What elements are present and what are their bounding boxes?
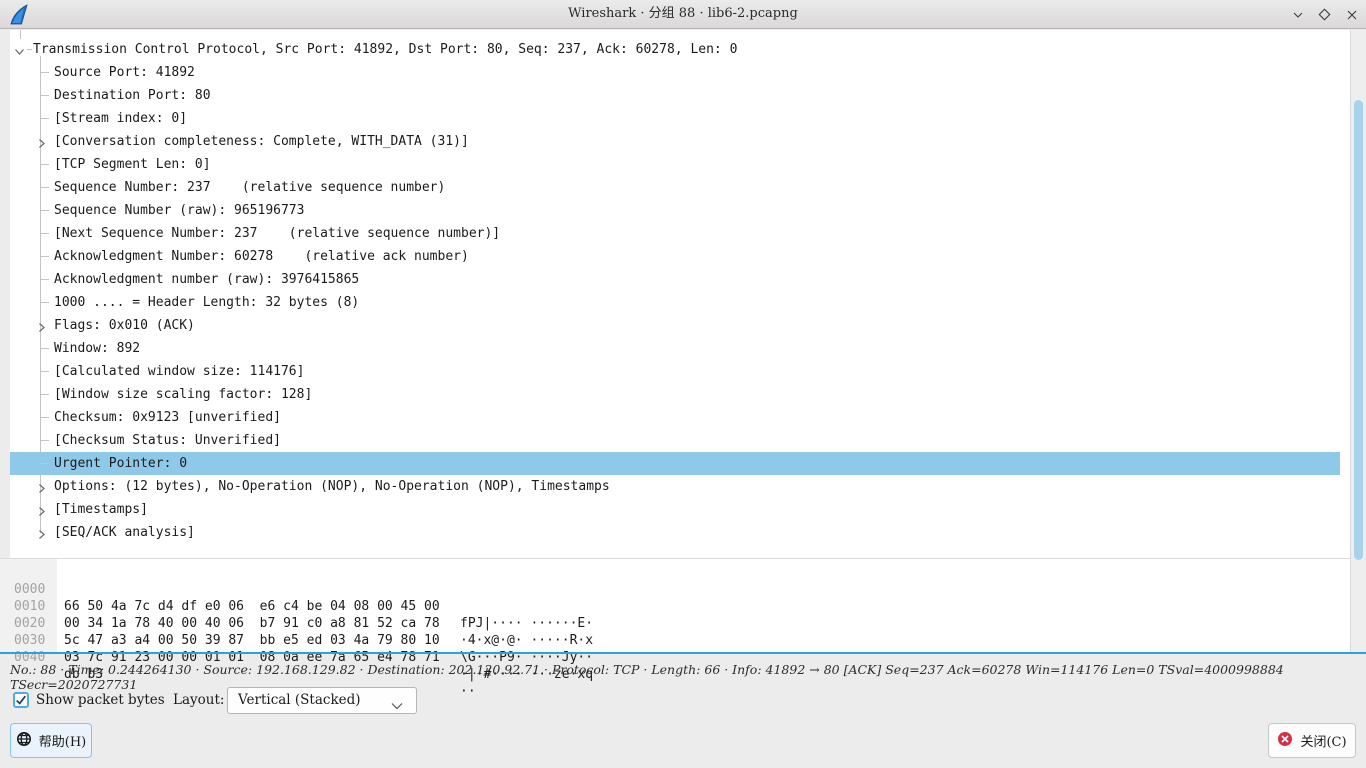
tree-row[interactable]: Options: (12 bytes), No-Operation (NOP),… (10, 475, 1340, 498)
layout-dropdown-value: Vertical (Stacked) (238, 688, 361, 713)
help-globe-icon (16, 731, 32, 751)
tree-row[interactable]: Sequence Number: 237 (relative sequence … (10, 176, 1340, 199)
layout-label: Layout: (173, 692, 224, 708)
tree-row[interactable]: [Conversation completeness: Complete, WI… (10, 130, 1340, 153)
help-button[interactable]: 帮助(H) (10, 723, 92, 758)
close-window-icon[interactable] (1345, 8, 1358, 21)
show-packet-bytes-checkbox[interactable] (13, 692, 29, 708)
tree-row[interactable]: [Checksum Status: Unverified] (10, 429, 1340, 452)
tree-row[interactable]: Transmission Control Protocol, Src Port:… (10, 38, 1340, 61)
tree-row[interactable]: Checksum: 0x9123 [unverified] (10, 406, 1340, 429)
tree-row[interactable]: [SEQ/ACK analysis] (10, 521, 1340, 544)
tree-row[interactable]: Flags: 0x010 (ACK) (10, 314, 1340, 337)
tree-row[interactable]: Acknowledgment number (raw): 3976415865 (10, 268, 1340, 291)
tree-hex-divider (0, 558, 1350, 559)
tree-row[interactable]: Destination Port: 80 (10, 84, 1340, 107)
tree-left-margin (0, 30, 10, 558)
tree-row[interactable]: Source Port: 41892 (10, 61, 1340, 84)
hex-row[interactable]: 0020 5c 47 a3 a4 00 50 39 87 bb e5 ed 03… (0, 598, 1340, 615)
maximize-icon[interactable] (1318, 8, 1331, 21)
help-button-label: 帮助(H) (39, 731, 86, 750)
tree-row[interactable]: [Window size scaling factor: 128] (10, 383, 1340, 406)
packet-summary-status: No.: 88 · Time: 0.244264130 · Source: 19… (10, 662, 1358, 692)
tree-row-selected[interactable]: Urgent Pointer: 0 (10, 452, 1340, 475)
layout-dropdown[interactable]: Vertical (Stacked) (227, 687, 417, 714)
protocol-tree: Transmission Control Protocol, Src Port:… (10, 38, 1340, 558)
show-packet-bytes-label: Show packet bytes (36, 692, 165, 708)
tree-row[interactable]: [Calculated window size: 114176] (10, 360, 1340, 383)
chevron-right-icon[interactable] (35, 526, 48, 549)
tree-row[interactable]: [TCP Segment Len: 0] (10, 153, 1340, 176)
pane-divider-blue (0, 652, 1366, 654)
hex-dump: 0000 66 50 4a 7c d4 df e0 06 e6 c4 be 04… (0, 564, 1340, 649)
tree-row[interactable]: Window: 892 (10, 337, 1340, 360)
minimize-icon[interactable] (1291, 8, 1304, 21)
window-title: Wireshark · 分组 88 · lib6-2.pcapng (0, 0, 1366, 29)
hex-row[interactable]: 0040 db b3 ·· (0, 632, 1340, 649)
close-button-label: 关闭(C) (1300, 731, 1346, 750)
title-bar: Wireshark · 分组 88 · lib6-2.pcapng (0, 0, 1366, 29)
close-red-icon (1277, 731, 1293, 751)
tree-row[interactable]: Acknowledgment Number: 60278 (relative a… (10, 245, 1340, 268)
close-button[interactable]: 关闭(C) (1268, 723, 1356, 758)
hex-row[interactable]: 0030 03 7c 91 23 00 00 01 01 08 0a ee 7a… (0, 615, 1340, 632)
vertical-scrollbar[interactable] (1350, 30, 1366, 652)
hex-row[interactable]: 0000 66 50 4a 7c d4 df e0 06 e6 c4 be 04… (0, 564, 1340, 581)
chevron-down-icon (390, 696, 404, 715)
hex-row[interactable]: 0010 00 34 1a 78 40 00 40 06 b7 91 c0 a8… (0, 581, 1340, 598)
tree-row[interactable]: [Timestamps] (10, 498, 1340, 521)
tree-row[interactable]: 1000 .... = Header Length: 32 bytes (8) (10, 291, 1340, 314)
tree-row[interactable]: [Next Sequence Number: 237 (relative seq… (10, 222, 1340, 245)
tree-row[interactable]: [Stream index: 0] (10, 107, 1340, 130)
scrollbar-thumb[interactable] (1354, 100, 1363, 560)
tree-row[interactable]: Sequence Number (raw): 965196773 (10, 199, 1340, 222)
checkmark-icon (15, 694, 27, 706)
